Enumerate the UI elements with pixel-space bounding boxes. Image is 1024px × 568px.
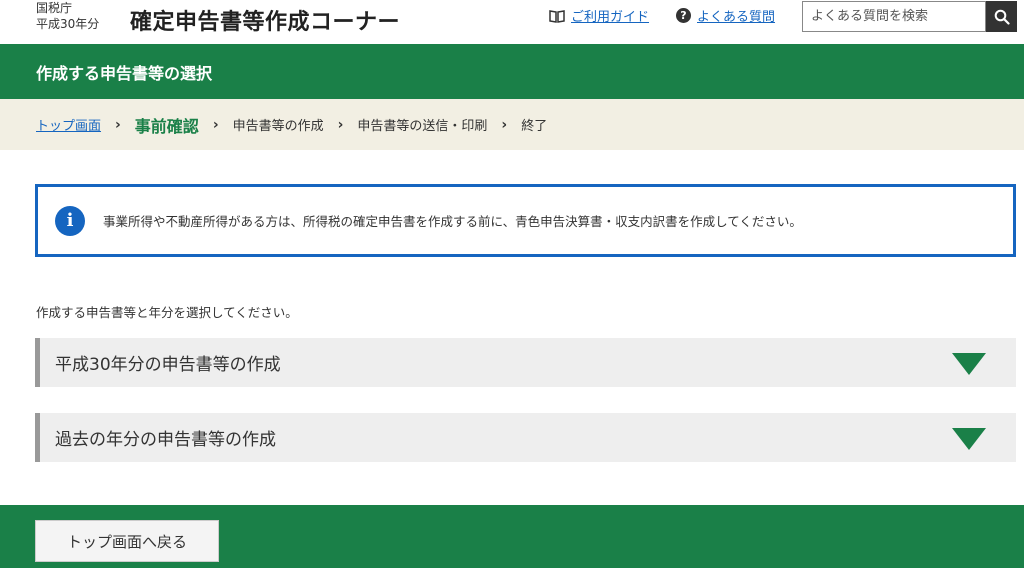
faq-link[interactable]: ? よくある質問 bbox=[676, 6, 775, 25]
search-input[interactable] bbox=[802, 1, 986, 32]
page-header: 作成する申告書等の選択 bbox=[0, 44, 1024, 99]
info-icon: i bbox=[55, 205, 85, 236]
breadcrumb-step: 申告書等の作成 bbox=[232, 119, 324, 134]
accordion-label[interactable]: 平成30年分の申告書等の作成 bbox=[55, 350, 281, 375]
info-notice: i 事業所得や不動産所得がある方は、所得税の確定申告書を作成する前に、青色申告決… bbox=[35, 184, 1016, 257]
breadcrumb-step: 申告書等の送信・印刷 bbox=[357, 119, 488, 134]
accordion-current-year[interactable]: 平成30年分の申告書等の作成 bbox=[35, 338, 1016, 387]
chevron-right-icon: › bbox=[337, 116, 344, 133]
breadcrumb-step: 終了 bbox=[521, 119, 548, 134]
search-button[interactable] bbox=[986, 1, 1017, 32]
info-message: 事業所得や不動産所得がある方は、所得税の確定申告書を作成する前に、青色申告決算書… bbox=[103, 214, 802, 229]
tax-year-label: 平成30年分 bbox=[36, 17, 100, 31]
triangle-down-icon[interactable] bbox=[952, 353, 986, 375]
top-bar: 国税庁 平成30年分 確定申告書等作成コーナー ご利用ガイド ? よくある質問 bbox=[0, 0, 1024, 44]
breadcrumb: トップ画面 › 事前確認 › 申告書等の作成 › 申告書等の送信・印刷 › 終了 bbox=[0, 99, 1024, 150]
search-icon bbox=[994, 9, 1010, 25]
guide-link-label[interactable]: ご利用ガイド bbox=[571, 6, 649, 25]
chevron-right-icon: › bbox=[115, 116, 121, 133]
breadcrumb-top-link[interactable]: トップ画面 bbox=[36, 115, 101, 134]
accordion-past-years[interactable]: 過去の年分の申告書等の作成 bbox=[35, 413, 1016, 462]
help-icon: ? bbox=[676, 8, 691, 23]
page-title: 作成する申告書等の選択 bbox=[36, 64, 213, 83]
chevron-right-icon: › bbox=[501, 116, 508, 133]
site-title[interactable]: 確定申告書等作成コーナー bbox=[130, 4, 400, 36]
accordion-label[interactable]: 過去の年分の申告書等の作成 bbox=[55, 425, 276, 450]
footer-bar: トップ画面へ戻る bbox=[0, 505, 1024, 568]
agency-info: 国税庁 平成30年分 bbox=[36, 0, 99, 32]
book-icon bbox=[549, 9, 565, 23]
triangle-down-icon[interactable] bbox=[952, 428, 986, 450]
chevron-right-icon: › bbox=[212, 116, 219, 133]
breadcrumb-current-step: 事前確認 bbox=[134, 116, 199, 136]
faq-link-label[interactable]: よくある質問 bbox=[697, 6, 775, 25]
search-box bbox=[802, 1, 1017, 32]
back-to-top-button[interactable]: トップ画面へ戻る bbox=[35, 520, 219, 562]
guide-link[interactable]: ご利用ガイド bbox=[549, 6, 649, 25]
agency-name: 国税庁 bbox=[36, 1, 73, 15]
instruction-text: 作成する申告書等と年分を選択してください。 bbox=[36, 305, 298, 320]
